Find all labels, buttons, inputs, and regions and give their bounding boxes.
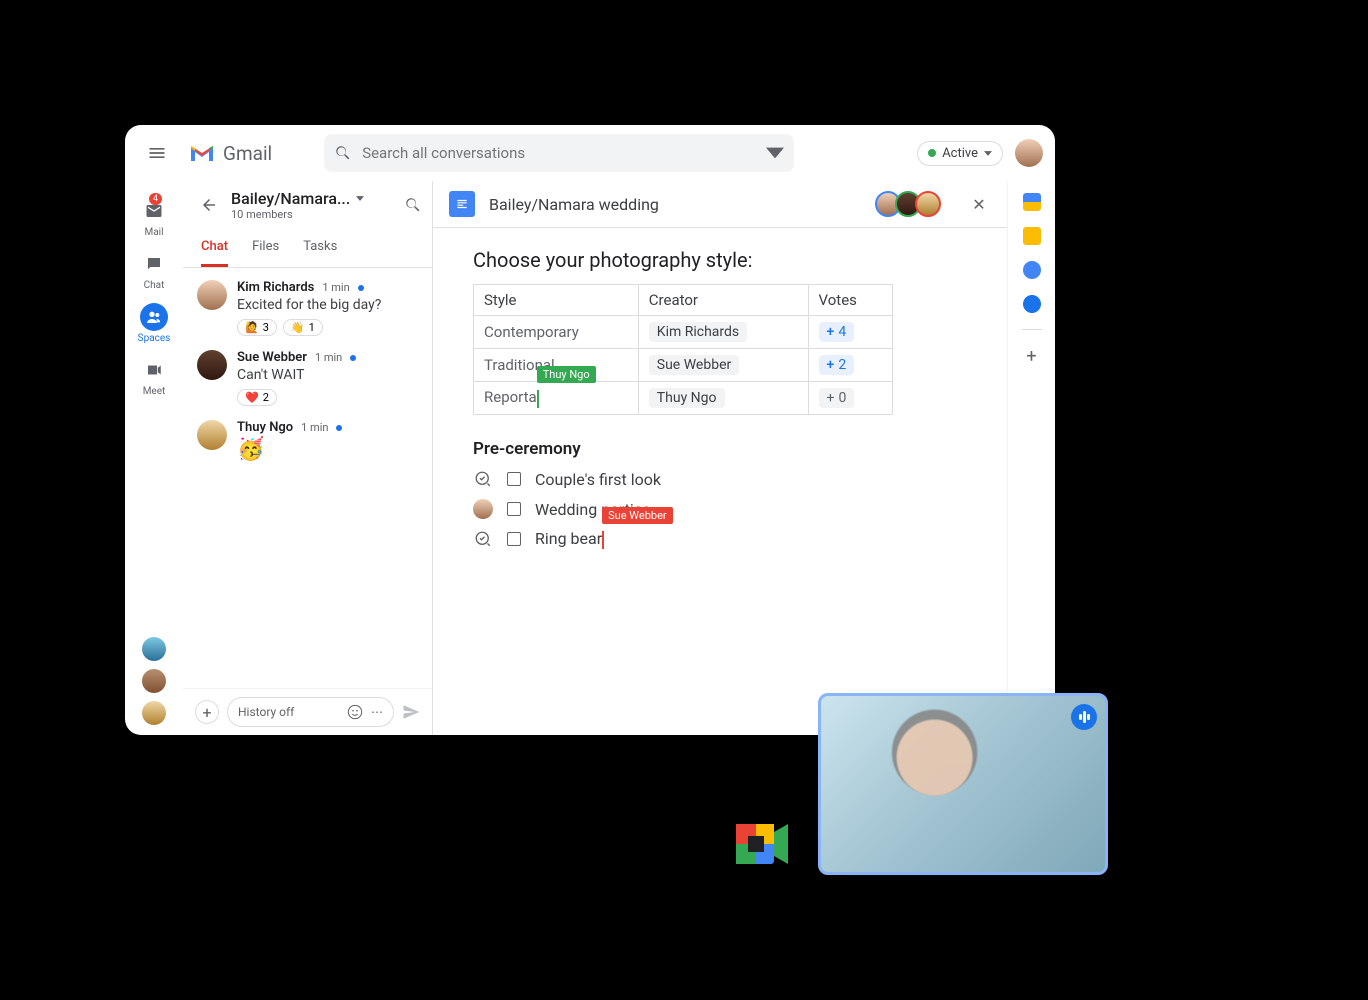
- status-dot-icon: [928, 149, 936, 157]
- meet-pip-window[interactable]: [818, 693, 1108, 875]
- reaction-chip[interactable]: 👋1: [283, 319, 323, 336]
- assign-icon[interactable]: [473, 469, 493, 489]
- search-icon[interactable]: [404, 196, 422, 214]
- send-icon[interactable]: [402, 703, 420, 721]
- chat-sidebar: Bailey/Namara... 10 members Chat Files T…: [183, 181, 433, 735]
- collaborator-avatar[interactable]: [915, 191, 941, 217]
- docs-icon: [449, 191, 475, 217]
- back-button[interactable]: [193, 189, 225, 221]
- chat-message: Thuy Ngo1 min 🥳: [197, 420, 422, 462]
- avatar: [197, 350, 227, 380]
- creator-chip[interactable]: Thuy Ngo: [649, 388, 725, 408]
- account-avatar[interactable]: [1015, 139, 1043, 167]
- tasks-icon[interactable]: [1023, 261, 1041, 279]
- keep-icon[interactable]: [1023, 227, 1041, 245]
- contacts-icon[interactable]: [1023, 295, 1041, 313]
- add-addon-button[interactable]: +: [1026, 346, 1036, 367]
- tab-tasks[interactable]: Tasks: [303, 229, 337, 267]
- document-body[interactable]: Choose your photography style: StyleCrea…: [433, 228, 1007, 735]
- nav-rail: 4 Mail Chat Spaces Meet: [125, 181, 183, 735]
- chat-message: Kim Richards1 min Excited for the big da…: [197, 280, 422, 336]
- status-label: Active: [942, 146, 978, 161]
- space-subtitle: 10 members: [231, 208, 364, 221]
- avatar: [197, 280, 227, 310]
- tab-chat[interactable]: Chat: [201, 229, 228, 267]
- mail-badge: 4: [149, 193, 162, 205]
- topbar: Gmail Active: [125, 125, 1055, 181]
- presence-avatar[interactable]: [142, 701, 166, 725]
- rail-meet[interactable]: Meet: [140, 352, 168, 401]
- chat-icon: [145, 255, 163, 273]
- tab-files[interactable]: Files: [252, 229, 279, 267]
- creator-chip[interactable]: Kim Richards: [649, 322, 747, 342]
- doc-heading: Choose your photography style:: [473, 248, 967, 272]
- checkbox[interactable]: [507, 502, 521, 516]
- checklist-item[interactable]: Couple's first look: [473, 469, 967, 489]
- chevron-down-icon: [984, 151, 992, 156]
- emoji-icon[interactable]: [347, 704, 363, 720]
- vote-chip[interactable]: +0: [819, 388, 855, 408]
- calendar-icon[interactable]: [1023, 193, 1041, 211]
- add-button[interactable]: +: [195, 700, 219, 724]
- rail-chat[interactable]: Chat: [140, 246, 168, 295]
- message-list: Kim Richards1 min Excited for the big da…: [183, 268, 432, 688]
- unread-dot-icon: [336, 425, 342, 431]
- gmail-window: Gmail Active 4 Mail Chat: [125, 125, 1055, 735]
- style-table: StyleCreatorVotes Contemporary Kim Richa…: [473, 284, 893, 415]
- reaction-chip[interactable]: ❤️2: [237, 389, 277, 406]
- search-icon: [334, 144, 352, 162]
- section-heading: Pre-ceremony: [473, 439, 967, 459]
- document-title: Bailey/Namara wedding: [489, 195, 659, 214]
- assignee-avatar[interactable]: [473, 499, 493, 519]
- space-tabs: Chat Files Tasks: [183, 229, 432, 268]
- message-input[interactable]: History off ⋯: [227, 697, 394, 727]
- rail-mail[interactable]: 4 Mail: [140, 193, 168, 242]
- main-menu-button[interactable]: [137, 133, 177, 173]
- unread-dot-icon: [358, 285, 364, 291]
- avatar: [197, 420, 227, 450]
- rail-presence: [142, 637, 166, 725]
- vote-chip[interactable]: +2: [819, 355, 855, 375]
- search-input[interactable]: [352, 144, 766, 162]
- collaborators: [881, 191, 941, 217]
- checkbox[interactable]: [507, 472, 521, 486]
- side-panel: +: [1007, 181, 1055, 735]
- reaction-chip[interactable]: 🙋3: [237, 319, 277, 336]
- chat-message: Sue Webber1 min Can't WAIT ❤️2: [197, 350, 422, 406]
- meet-icon: [145, 361, 163, 379]
- table-row: Contemporary Kim Richards +4: [474, 316, 893, 349]
- collab-cursor: Sue Webber: [602, 529, 604, 549]
- chevron-down-icon[interactable]: [356, 196, 364, 201]
- message-composer: + History off ⋯: [183, 688, 432, 735]
- close-button[interactable]: ✕: [967, 192, 991, 216]
- collab-cursor: Thuy Ngo: [537, 388, 539, 407]
- google-meet-logo: [730, 818, 792, 870]
- vote-chip[interactable]: +4: [819, 322, 855, 342]
- gmail-icon: [189, 143, 215, 163]
- checklist-item[interactable]: Wedding parties: [473, 499, 967, 519]
- table-row: ReportaThuy Ngo Thuy Ngo +0: [474, 382, 893, 415]
- checklist-item[interactable]: Ring bearSue Webber: [473, 529, 967, 549]
- presence-avatar[interactable]: [142, 637, 166, 661]
- presence-avatar[interactable]: [142, 669, 166, 693]
- creator-chip[interactable]: Sue Webber: [649, 355, 739, 375]
- checkbox[interactable]: [507, 532, 521, 546]
- rail-spaces[interactable]: Spaces: [138, 299, 171, 348]
- assign-icon[interactable]: [473, 529, 493, 549]
- more-icon[interactable]: ⋯: [371, 705, 383, 719]
- gmail-logo[interactable]: Gmail: [189, 142, 272, 165]
- document-panel: Bailey/Namara wedding ✕ Choose your phot…: [433, 181, 1007, 735]
- unread-dot-icon: [350, 355, 356, 361]
- gmail-label: Gmail: [223, 142, 272, 165]
- search-options-caret-icon[interactable]: [766, 144, 784, 162]
- speaking-indicator-icon: [1071, 704, 1097, 730]
- space-title: Bailey/Namara...: [231, 189, 350, 208]
- status-chip[interactable]: Active: [917, 141, 1003, 166]
- spaces-icon: [146, 309, 162, 325]
- search-bar[interactable]: [324, 134, 794, 172]
